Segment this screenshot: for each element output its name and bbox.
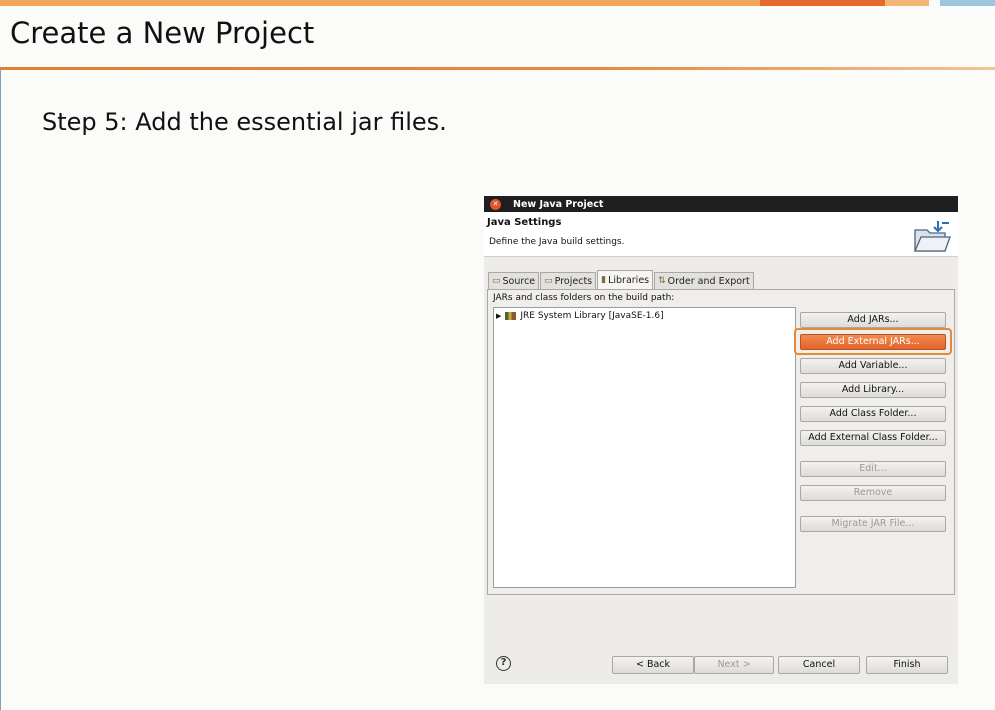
header-title: Java Settings: [487, 217, 562, 228]
left-divider: [0, 70, 1, 710]
back-button[interactable]: < Back: [612, 656, 694, 674]
step-text: Step 5: Add the essential jar files.: [42, 108, 447, 136]
build-path-label: JARs and class folders on the build path…: [493, 293, 675, 303]
tab-source[interactable]: ▭ Source: [488, 272, 540, 289]
header-subtitle: Define the Java build settings.: [489, 237, 625, 247]
accent-bar: [885, 0, 929, 6]
accent-bar: [0, 0, 760, 6]
remove-button[interactable]: Remove: [800, 485, 946, 501]
order-icon: ⇅: [658, 276, 666, 286]
title-divider: [0, 67, 995, 70]
accent-bar: [940, 0, 995, 6]
next-button[interactable]: Next >: [694, 656, 774, 674]
tab-label: Source: [502, 275, 536, 287]
edit-button[interactable]: Edit...: [800, 461, 946, 477]
add-class-folder-button[interactable]: Add Class Folder...: [800, 406, 946, 422]
accent-bar: [760, 0, 885, 6]
slide: Create a New Project Step 5: Add the ess…: [0, 0, 995, 710]
finish-button[interactable]: Finish: [866, 656, 948, 674]
tree-item[interactable]: ▶ JRE System Library [JavaSE-1.6]: [496, 311, 664, 321]
add-variable-button[interactable]: Add Variable...: [800, 358, 946, 374]
library-icon: [505, 312, 517, 320]
libraries-icon: ▮: [601, 275, 607, 285]
slide-title: Create a New Project: [10, 16, 315, 50]
add-jars-button[interactable]: Add JARs...: [800, 312, 946, 328]
tab-label: Libraries: [608, 274, 650, 286]
help-icon[interactable]: ?: [496, 656, 511, 671]
build-path-tree[interactable]: ▶ JRE System Library [JavaSE-1.6]: [493, 307, 796, 588]
close-icon[interactable]: ✕: [490, 198, 501, 210]
tab-label: Projects: [554, 275, 593, 287]
expand-arrow-icon[interactable]: ▶: [496, 312, 501, 320]
add-external-class-folder-button[interactable]: Add External Class Folder...: [800, 430, 946, 446]
migrate-jar-button[interactable]: Migrate JAR File...: [800, 516, 946, 532]
dialog-footer: ? < Back Next > Cancel Finish: [484, 648, 958, 684]
source-folder-icon: ▭: [492, 276, 501, 286]
tab-bar: ▭ Source ▭ Projects ▮ Libraries ⇅ Order …: [488, 270, 755, 289]
tab-order-and-export[interactable]: ⇅ Order and Export: [654, 272, 754, 289]
cancel-button[interactable]: Cancel: [778, 656, 860, 674]
tab-projects[interactable]: ▭ Projects: [540, 272, 597, 289]
projects-icon: ▭: [544, 276, 553, 286]
tab-libraries[interactable]: ▮ Libraries: [597, 270, 654, 289]
dialog-header: Java Settings Define the Java build sett…: [484, 212, 958, 257]
libraries-panel: JARs and class folders on the build path…: [487, 289, 955, 595]
tree-item-label: JRE System Library [JavaSE-1.6]: [520, 311, 664, 321]
dialog-title: New Java Project: [513, 198, 604, 210]
folder-icon: [914, 221, 951, 252]
add-external-jars-button[interactable]: Add External JARs...: [800, 334, 946, 350]
dialog-titlebar: ✕ New Java Project: [484, 196, 958, 212]
add-library-button[interactable]: Add Library...: [800, 382, 946, 398]
tab-label: Order and Export: [667, 275, 750, 287]
new-java-project-dialog: ✕ New Java Project Java Settings Define …: [484, 196, 958, 684]
